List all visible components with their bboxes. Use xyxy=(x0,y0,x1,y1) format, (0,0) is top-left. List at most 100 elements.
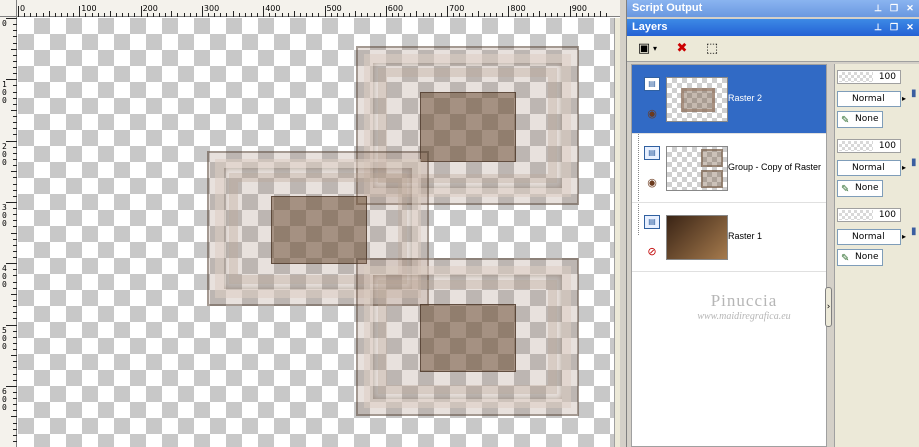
ruler-corner xyxy=(0,0,17,17)
ruler-minor-tick xyxy=(13,373,17,375)
restore-icon[interactable]: ❐ xyxy=(888,21,900,33)
panel-splitter[interactable]: › xyxy=(825,287,832,327)
opacity-slider[interactable]: 100 xyxy=(837,208,901,222)
ruler-minor-tick xyxy=(532,13,534,17)
ruler-minor-tick xyxy=(514,13,516,17)
ruler-minor-tick xyxy=(250,13,252,17)
ruler-minor-tick xyxy=(269,13,271,17)
ruler-minor-tick xyxy=(520,13,522,17)
ruler-major-tick xyxy=(385,6,387,17)
layers-toolbar: ▣ ▾ ✖ ⬚ xyxy=(627,36,919,62)
chevron-right-icon[interactable]: ▸ xyxy=(902,92,910,106)
ruler-minor-tick xyxy=(459,13,461,17)
ruler-minor-tick xyxy=(13,428,17,430)
chevron-right-icon[interactable]: ▸ xyxy=(902,230,910,244)
ruler-minor-tick xyxy=(13,152,17,154)
ruler-major-tick xyxy=(324,6,326,17)
ruler-label: 300 xyxy=(2,202,7,228)
ruler-minor-tick xyxy=(238,13,240,17)
ruler-minor-tick xyxy=(287,13,289,17)
ruler-minor-tick xyxy=(13,208,17,210)
watermark-title: Pinuccia xyxy=(710,291,778,310)
layers-titlebar[interactable]: Layers ⊥ ❐ ✕ xyxy=(627,19,919,36)
eye-icon[interactable]: ◉ xyxy=(644,108,660,120)
lock-icon[interactable]: ▮ xyxy=(911,226,919,244)
ruler-minor-tick xyxy=(13,330,17,332)
layer-props-raster-2: 100 Normal ▸ ▮ ✎ None xyxy=(835,64,919,133)
ruler-minor-tick xyxy=(146,13,148,17)
blend-mode-select[interactable]: Normal xyxy=(837,160,901,176)
ruler-major-tick xyxy=(508,6,510,17)
ruler-minor-tick xyxy=(165,13,167,17)
ruler-minor-tick xyxy=(13,165,17,167)
ruler-minor-tick xyxy=(189,13,191,17)
ruler-minor-tick xyxy=(13,146,17,148)
canvas-scrollbar[interactable] xyxy=(614,18,620,447)
layer-row-raster-1[interactable]: ▤ ⊘ Raster 1 xyxy=(632,203,826,272)
layer-name: Group - Copy of Raster xyxy=(728,162,822,172)
close-icon[interactable]: ✕ xyxy=(904,21,916,33)
blend-mode-select[interactable]: Normal xyxy=(837,91,901,107)
ruler-minor-tick xyxy=(67,13,69,17)
ruler-major-tick xyxy=(18,6,19,17)
ruler-major-tick xyxy=(6,140,17,142)
layer-row-group-copy[interactable]: ▤ ◉ Group - Copy of Raster xyxy=(632,134,826,203)
ruler-minor-tick xyxy=(299,13,301,17)
ruler-minor-tick xyxy=(330,13,332,17)
chevron-down-icon[interactable]: ▾ xyxy=(651,39,659,59)
layer-thumbnail xyxy=(666,215,728,260)
ruler-minor-tick xyxy=(13,54,17,56)
script-output-titlebar[interactable]: Script Output ⊥ ❐ ✕ xyxy=(627,0,919,17)
pin-icon[interactable]: ⊥ xyxy=(872,21,884,33)
mask-button[interactable]: ✎ None xyxy=(837,111,883,128)
ruler-label: 800 xyxy=(510,4,526,13)
transparent-canvas[interactable] xyxy=(18,18,614,447)
layer-name: Raster 1 xyxy=(728,231,763,241)
ruler-major-tick xyxy=(6,18,17,19)
chevron-right-icon[interactable]: ▸ xyxy=(902,161,910,175)
ruler-minor-tick xyxy=(91,13,93,17)
mask-button[interactable]: ✎ None xyxy=(837,249,883,266)
image-canvas-area[interactable]: 0 100 200 300 400 500 600 700 800 900 0 100 200 300 4… xyxy=(0,0,620,447)
ruler-minor-tick xyxy=(490,13,491,17)
layers-list[interactable]: ▤ ◉ Raster 2 ▤ ◉ Group - Copy of Raster … xyxy=(631,64,827,447)
ruler-minor-tick xyxy=(48,11,50,17)
layer-row-raster-2[interactable]: ▤ ◉ Raster 2 xyxy=(632,65,826,134)
ruler-minor-tick xyxy=(483,13,485,17)
ruler-minor-tick xyxy=(606,13,608,17)
opacity-slider[interactable]: 100 xyxy=(837,139,901,153)
ruler-minor-tick xyxy=(13,97,17,99)
ruler-minor-tick xyxy=(13,91,17,93)
raster-layer-icon: ▤ xyxy=(644,215,660,229)
restore-icon[interactable]: ❐ xyxy=(888,2,900,14)
opacity-slider[interactable]: 100 xyxy=(837,70,901,84)
ruler-minor-tick xyxy=(232,11,234,17)
lock-icon[interactable]: ▮ xyxy=(911,157,919,175)
ruler-minor-tick xyxy=(13,60,17,62)
ruler-minor-tick xyxy=(13,349,17,351)
eye-icon[interactable]: ◉ xyxy=(644,177,660,189)
pin-icon[interactable]: ⊥ xyxy=(872,2,884,14)
ruler-minor-tick xyxy=(13,134,17,136)
close-icon[interactable]: ✕ xyxy=(904,2,916,14)
ruler-major-tick xyxy=(6,324,17,326)
mask-button[interactable]: ✎ None xyxy=(837,180,883,197)
ruler-minor-tick xyxy=(13,281,17,283)
delete-layer-icon[interactable]: ✖ xyxy=(671,39,693,59)
ruler-label: 700 xyxy=(449,4,465,13)
brush-icon: ✎ xyxy=(841,253,850,264)
ruler-minor-tick xyxy=(13,391,17,393)
ruler-minor-tick xyxy=(73,13,75,17)
ruler-minor-tick xyxy=(373,13,375,17)
ruler-minor-tick xyxy=(496,13,498,17)
ruler-label: 600 xyxy=(2,386,7,412)
ruler-minor-tick xyxy=(526,13,528,17)
layer-properties-column: 100 Normal ▸ ▮ ✎ None 100 Normal ▸ ▮ ✎ Non… xyxy=(834,64,919,447)
ruler-major-tick xyxy=(6,201,17,203)
selection-icon[interactable]: ⬚ xyxy=(701,39,723,59)
hidden-eye-icon[interactable]: ⊘ xyxy=(644,246,660,258)
lock-icon[interactable]: ▮ xyxy=(911,88,919,106)
ruler-minor-tick xyxy=(13,238,17,240)
ruler-minor-tick xyxy=(342,13,344,17)
blend-mode-select[interactable]: Normal xyxy=(837,229,901,245)
